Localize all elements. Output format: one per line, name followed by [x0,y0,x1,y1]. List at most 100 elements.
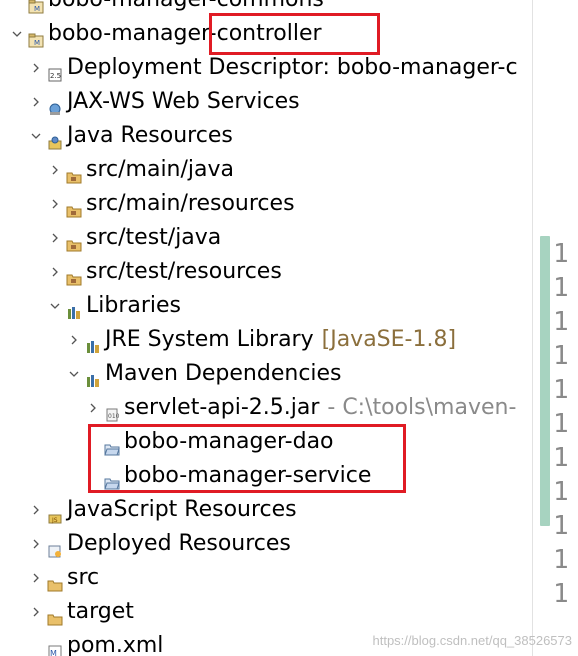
tree-item[interactable]: src/test/java [0,221,532,255]
collapsed-chevron-icon[interactable] [29,503,43,517]
tree-item-label: bobo-manager-commons [48,0,324,17]
svg-text:2.5: 2.5 [50,72,61,80]
tree-item[interactable]: JS JavaScript Resources [0,493,532,527]
tree-item[interactable]: Libraries [0,289,532,323]
project-folder-icon [104,434,120,456]
tree-item[interactable]: bobo-manager-dao [0,425,532,459]
line-number: 1 [553,307,569,337]
tree-item-label: Deployed Resources [67,531,291,556]
svg-text:M: M [34,5,40,13]
collapsed-chevron-icon[interactable] [29,571,43,585]
source-folder-icon [66,230,82,252]
library-icon [85,332,101,353]
pom-file-icon: M [47,638,63,656]
tree-item-label: Deployment Descriptor: bobo-manager-c [67,55,518,80]
web-services-icon [47,94,63,115]
collapsed-chevron-icon[interactable] [29,605,43,619]
folder-icon [47,570,63,592]
tree-item[interactable]: Deployed Resources [0,527,532,561]
expanded-chevron-icon[interactable] [67,367,81,381]
collapsed-chevron-icon[interactable] [86,401,100,415]
collapsed-chevron-icon[interactable] [48,231,62,245]
tree-item[interactable]: JAX-WS Web Services [0,85,532,119]
collapsed-chevron-icon[interactable] [48,163,62,177]
tree-item-label: target [67,599,134,624]
library-icon [66,298,82,319]
tree-item-label: src/main/resources [86,191,295,216]
editor-separator [532,0,533,656]
tree-item[interactable]: src/main/resources [0,187,532,221]
project-explorer-tree: Mbobo-manager-commonsMbobo-manager-contr… [0,0,532,656]
collapsed-chevron-icon[interactable] [29,61,43,75]
tree-item-label: Maven Dependencies [105,361,342,386]
line-number: 1 [553,477,569,507]
line-number: 1 [553,375,569,405]
expanded-chevron-icon[interactable] [48,299,62,313]
watermark: https://blog.csdn.net/qq_38526573 [372,633,573,648]
maven-project-icon: M [28,0,44,14]
tree-item[interactable]: src/test/resources [0,255,532,289]
source-folder-icon [66,162,82,184]
line-number: 1 [553,579,569,609]
jar-icon: 010 [104,400,120,422]
tree-item[interactable]: src/main/java [0,153,532,187]
collapsed-chevron-icon[interactable] [29,95,43,109]
tree-item-label: bobo-manager-dao [124,429,334,454]
svg-text:JS: JS [51,517,58,524]
source-folder-icon [66,196,82,218]
line-number: 1 [553,239,569,269]
tree-item[interactable]: Maven Dependencies [0,357,532,391]
tree-item-label: JavaScript Resources [67,497,297,522]
tree-item[interactable]: Mbobo-manager-controller [0,17,532,51]
tree-item-label: pom.xml [67,633,164,656]
tree-item-label: bobo-manager-controller [48,21,322,46]
tree-item-label: JRE System Library [105,327,314,352]
project-folder-icon [104,468,120,490]
svg-text:010: 010 [108,413,120,420]
tree-item[interactable]: 2.5 Deployment Descriptor: bobo-manager-c [0,51,532,85]
tree-item-label: src/main/java [86,157,235,182]
tree-item-label: servlet-api-2.5.jar [124,395,320,420]
maven-project-icon: M [28,26,44,48]
tree-item[interactable]: src [0,561,532,595]
java-resources-icon [47,128,63,150]
collapsed-chevron-icon[interactable] [48,197,62,211]
folder-icon [47,604,63,626]
tree-item[interactable]: 010 servlet-api-2.5.jar - C:\tools\maven- [0,391,532,425]
tree-item-label: src [67,565,100,590]
tree-item-decoration: [JavaSE-1.8] [321,327,457,352]
line-number: 1 [553,341,569,371]
line-number: 1 [553,273,569,303]
library-icon [85,366,101,387]
expanded-chevron-icon[interactable] [10,27,24,41]
tree-item[interactable]: Mbobo-manager-commons [0,0,532,17]
tree-item[interactable]: Java Resources [0,119,532,153]
tree-item-label: Libraries [86,293,182,318]
tree-item[interactable]: JRE System Library [JavaSE-1.8] [0,323,532,357]
tree-item-label: JAX-WS Web Services [67,89,300,114]
line-number: 1 [553,511,569,541]
line-number: 1 [553,545,569,575]
tree-item[interactable]: bobo-manager-service [0,459,532,493]
collapsed-chevron-icon[interactable] [29,537,43,551]
svg-text:M: M [50,649,57,656]
collapsed-chevron-icon[interactable] [48,265,62,279]
svg-text:M: M [34,39,40,47]
tree-item-label: src/test/java [86,225,222,250]
line-number: 1 [553,443,569,473]
tree-item-label: Java Resources [67,123,233,148]
expanded-chevron-icon[interactable] [29,129,43,143]
collapsed-chevron-icon[interactable] [67,333,81,347]
overview-ruler-highlight[interactable] [540,236,550,526]
tree-item-decoration: - C:\tools\maven- [327,395,517,420]
javascript-resources-icon: JS [47,502,63,524]
tree-item[interactable]: target [0,595,532,629]
source-folder-icon [66,264,82,286]
tree-item-label: src/test/resources [86,259,282,284]
deployment-descriptor-icon: 2.5 [47,60,63,82]
line-number: 1 [553,409,569,439]
